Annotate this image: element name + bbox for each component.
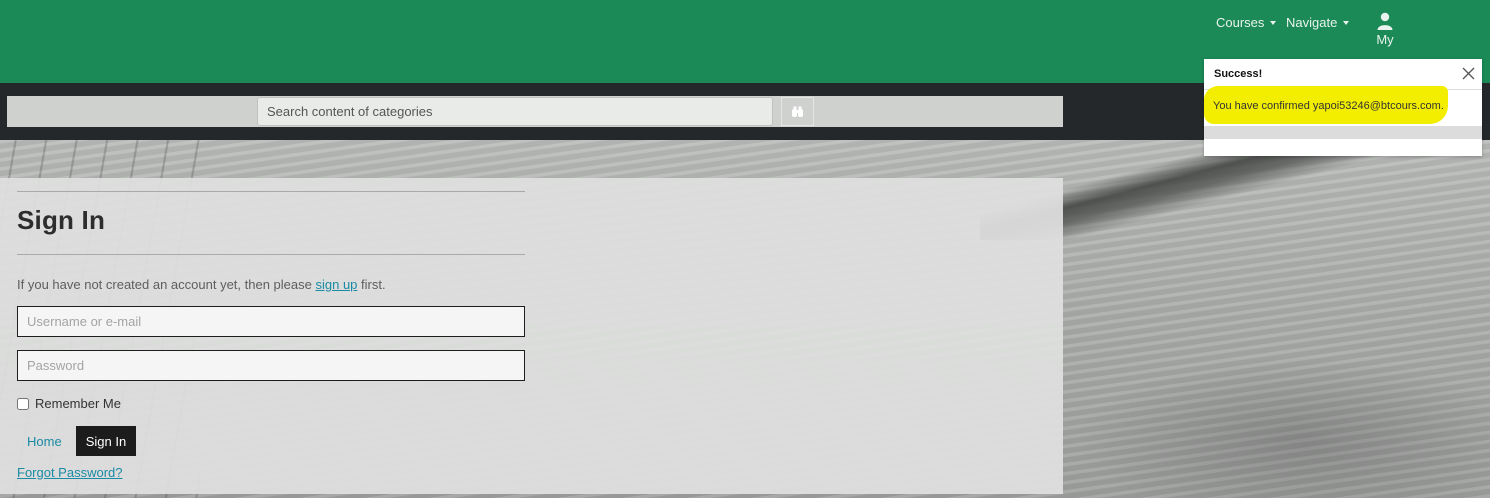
signup-link[interactable]: sign up: [315, 277, 357, 292]
nav-courses-dropdown[interactable]: Courses: [1216, 15, 1277, 30]
divider: [17, 254, 525, 255]
signup-prompt: If you have not created an account yet, …: [17, 277, 386, 292]
binoculars-icon: [792, 106, 803, 117]
nav-courses-label: Courses: [1216, 15, 1265, 30]
username-field[interactable]: [17, 306, 525, 337]
nav-navigate-label: Navigate: [1286, 15, 1338, 30]
user-menu[interactable]: My: [1368, 12, 1402, 47]
divider: [17, 191, 525, 192]
remember-me-checkbox[interactable]: [17, 397, 29, 410]
caret-down-icon: [1270, 20, 1277, 25]
sign-in-button[interactable]: Sign In: [76, 426, 136, 456]
search-input[interactable]: [257, 97, 773, 126]
search-button[interactable]: [781, 97, 814, 126]
user-menu-label: My: [1376, 32, 1394, 47]
toast-progress-bar: [1204, 126, 1482, 139]
caret-down-icon: [1343, 20, 1350, 25]
signup-prompt-text: If you have not created an account yet, …: [17, 277, 316, 292]
signup-prompt-end: first.: [357, 277, 386, 292]
toast-title: Success!: [1214, 68, 1263, 80]
password-field[interactable]: [17, 350, 525, 381]
page-title: Sign In: [17, 205, 106, 235]
nav-navigate-dropdown[interactable]: Navigate: [1286, 15, 1350, 30]
close-icon[interactable]: [1462, 67, 1475, 80]
home-link[interactable]: Home: [27, 434, 62, 449]
remember-me[interactable]: Remember Me: [17, 396, 121, 411]
user-icon: [1377, 12, 1393, 30]
remember-me-label: Remember Me: [35, 396, 121, 411]
forgot-password-link[interactable]: Forgot Password?: [17, 465, 123, 480]
toast-message-highlighted: You have confirmed yapoi53246@btcours.co…: [1213, 100, 1444, 112]
